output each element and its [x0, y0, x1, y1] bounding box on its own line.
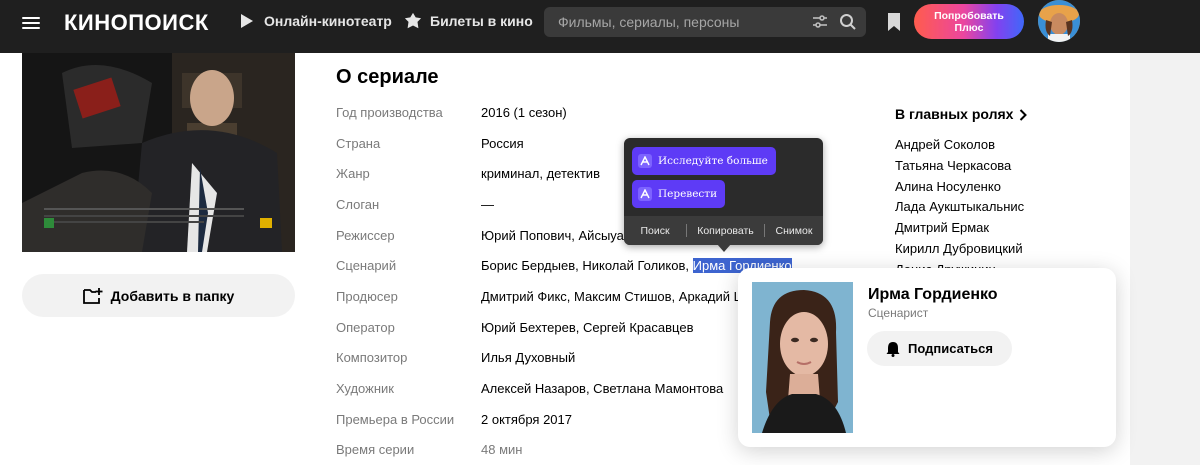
search-bar	[544, 7, 866, 37]
context-action-bar: Поиск Копировать Снимок	[624, 216, 823, 245]
add-to-folder-label: Добавить в папку	[110, 287, 235, 304]
kinopoisk-logo[interactable]: КИНОПОИСК	[64, 10, 209, 36]
info-label: Страна	[336, 136, 381, 151]
person-photo[interactable]	[752, 282, 853, 433]
bookmark-icon[interactable]	[886, 12, 902, 32]
nav-online-cinema[interactable]: Онлайн-кинотеатр	[238, 12, 392, 30]
ticket-icon	[404, 12, 422, 30]
cast-heading-label: В главных ролях	[895, 106, 1014, 122]
series-poster[interactable]	[22, 53, 295, 252]
cast-item[interactable]: Татьяна Черкасова	[895, 158, 1011, 173]
copy-action[interactable]: Копировать	[687, 225, 764, 237]
cast-item[interactable]: Дмитрий Ермак	[895, 220, 989, 235]
subscribe-button[interactable]: Подписаться	[867, 331, 1012, 366]
selection-context-menu: Исследуйте больше Перевести Поиск Копиро…	[624, 138, 823, 245]
info-label: Продюсер	[336, 289, 398, 304]
filters-icon[interactable]	[812, 14, 828, 30]
info-label: Художник	[336, 381, 394, 396]
info-label: Жанр	[336, 166, 370, 181]
info-label: Время серии	[336, 442, 415, 457]
info-value[interactable]: 2016 (1 сезон)	[481, 105, 567, 120]
bell-icon	[886, 341, 900, 357]
cast-item[interactable]: Лада Аукштыкальнис	[895, 199, 1024, 214]
info-label: Режиссер	[336, 228, 395, 243]
try-plus-line1: Попробовать	[934, 10, 1004, 22]
cast-item[interactable]: Андрей Соколов	[895, 137, 995, 152]
info-value[interactable]: Юрий Бехтерев, Сергей Красавцев	[481, 320, 693, 335]
info-label: Композитор	[336, 350, 408, 365]
info-value[interactable]: 2 октября 2017	[481, 412, 572, 427]
assistant-icon	[638, 187, 652, 201]
assistant-icon	[638, 154, 652, 168]
try-plus-line2: Плюс	[954, 22, 984, 34]
page: КИНОПОИСК Онлайн-кинотеатр Билеты в кино	[0, 0, 1200, 465]
info-label: Слоган	[336, 197, 380, 212]
explore-more-button[interactable]: Исследуйте больше	[632, 147, 776, 175]
context-menu-pointer	[717, 244, 731, 252]
play-icon	[238, 12, 256, 30]
info-value[interactable]: Юрий Попович, Айсыуак	[481, 228, 630, 243]
info-label: Оператор	[336, 320, 395, 335]
search-action[interactable]: Поиск	[624, 225, 686, 237]
cast-heading-link[interactable]: В главных ролях	[895, 106, 1028, 122]
translate-label: Перевести	[658, 188, 718, 200]
nav-online-label: Онлайн-кинотеатр	[264, 13, 392, 29]
screenplay-names[interactable]: Борис Бердыев, Николай Голиков,	[481, 258, 693, 273]
cast-item[interactable]: Кирилл Дубровицкий	[895, 241, 1023, 256]
right-gutter	[1130, 53, 1200, 465]
about-series-title: О сериале	[336, 66, 439, 88]
top-header: КИНОПОИСК Онлайн-кинотеатр Билеты в кино	[0, 0, 1200, 53]
info-value: 48 мин	[481, 442, 523, 457]
folder-add-icon	[82, 287, 103, 305]
subscribe-label: Подписаться	[907, 341, 993, 356]
info-label: Год производства	[336, 105, 443, 120]
info-value[interactable]: криминал, детектив	[481, 166, 600, 181]
try-plus-button[interactable]: Попробовать Плюс	[914, 4, 1024, 39]
info-value[interactable]: Россия	[481, 136, 524, 151]
info-value: —	[481, 197, 494, 212]
person-role: Сценарист	[868, 306, 929, 320]
snapshot-action[interactable]: Снимок	[765, 225, 823, 237]
add-to-folder-button[interactable]: Добавить в папку	[22, 274, 295, 317]
info-value[interactable]: Алексей Назаров, Светлана Мамонтова	[481, 381, 723, 396]
info-value[interactable]: Дмитрий Фикс, Максим Стишов, Аркадий Цим	[481, 289, 759, 304]
search-icon[interactable]	[839, 13, 857, 31]
menu-icon[interactable]	[22, 14, 40, 30]
info-value[interactable]: Илья Духовный	[481, 350, 575, 365]
search-input[interactable]	[558, 7, 808, 37]
info-label: Сценарий	[336, 258, 397, 273]
translate-button[interactable]: Перевести	[632, 180, 726, 208]
info-label: Премьера в России	[336, 412, 455, 427]
nav-cinema-tickets[interactable]: Билеты в кино	[404, 12, 533, 30]
person-hover-card: Ирма Гордиенко Сценарист Подписаться	[738, 268, 1116, 447]
user-avatar[interactable]	[1038, 0, 1080, 42]
chevron-right-icon	[1019, 108, 1028, 121]
nav-tickets-label: Билеты в кино	[430, 13, 533, 29]
cast-item[interactable]: Алина Носуленко	[895, 179, 1001, 194]
explore-more-label: Исследуйте больше	[658, 155, 768, 167]
person-name[interactable]: Ирма Гордиенко	[868, 286, 998, 304]
